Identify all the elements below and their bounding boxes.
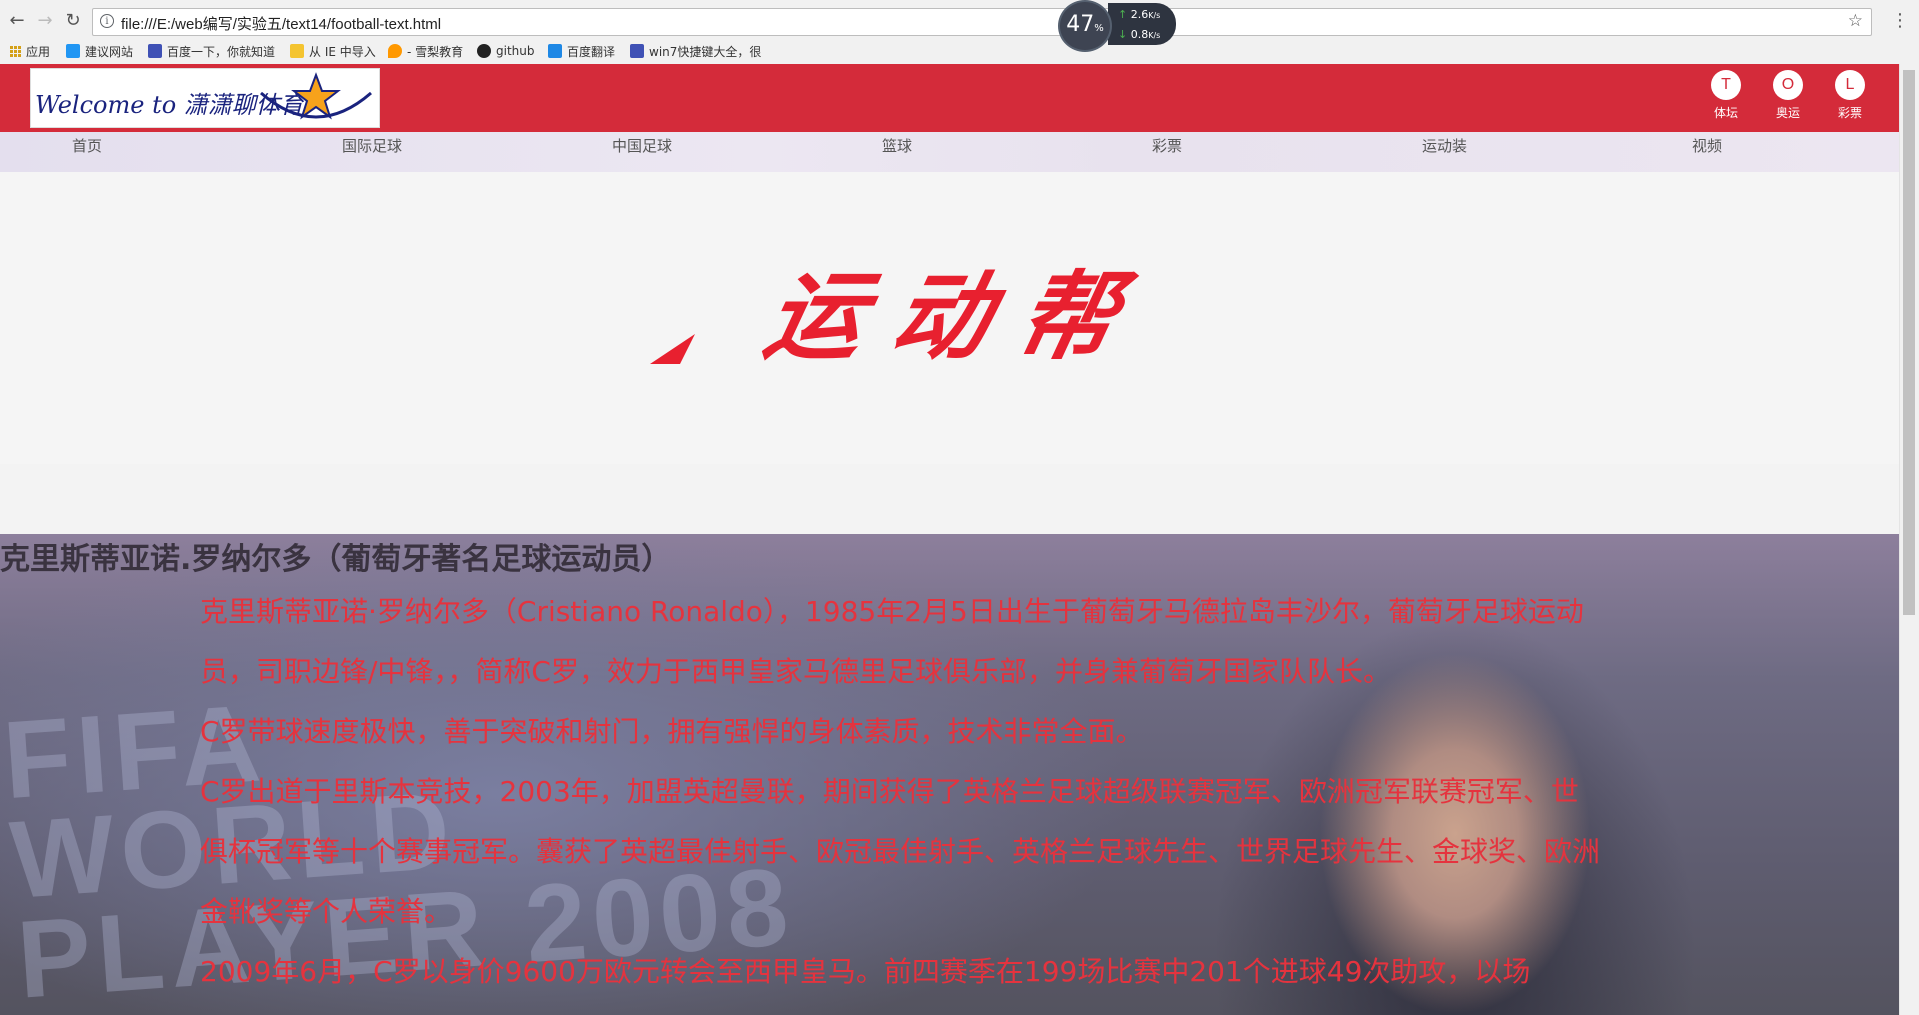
bookmark-label: 建议网站 <box>85 44 134 59</box>
top-link-lottery[interactable]: L 彩票 <box>1828 70 1872 121</box>
bookmark-suggested-sites[interactable]: 建议网站 <box>66 42 133 60</box>
reload-icon[interactable]: ↻ <box>62 10 84 32</box>
bookmark-baidu-translate[interactable]: 百度翻译 <box>548 42 615 60</box>
brand-banner: 运动帮 <box>0 172 1900 464</box>
nav-video[interactable]: 视频 <box>1692 135 1722 156</box>
main-navbar: 首页 国际足球 中国足球 篮球 彩票 运动装 视频 <box>0 132 1900 172</box>
translate-icon <box>548 44 562 58</box>
github-icon <box>477 44 491 58</box>
upload-speed: ↑ 2.6K/s <box>1118 8 1161 21</box>
download-speed: ↓ 0.8K/s <box>1118 28 1161 41</box>
brand-logo: 运动帮 <box>650 264 1158 373</box>
memory-usage-circle[interactable]: 47% <box>1058 0 1112 52</box>
nav-basketball[interactable]: 篮球 <box>882 135 912 156</box>
top-link-olympics[interactable]: O 奥运 <box>1766 70 1810 121</box>
apps-grid-icon <box>10 45 21 57</box>
top-link-sports[interactable]: T 体坛 <box>1704 70 1748 121</box>
article-paragraph: C罗出道于里斯本竞技，2003年，加盟英超曼联，期间获得了英格兰足球超级联赛冠军… <box>200 775 1601 928</box>
bookmark-github[interactable]: github <box>477 42 534 60</box>
network-speed-widget: ↑ 2.6K/s ↓ 0.8K/s 47% <box>1058 0 1178 52</box>
bookmark-label: 从 IE 中导入 <box>309 44 376 59</box>
baidu-icon <box>148 44 162 58</box>
bookmark-label: 应用 <box>26 44 51 59</box>
bookmark-label: github <box>496 44 535 58</box>
baidu-icon <box>630 44 644 58</box>
nav-china-football[interactable]: 中国足球 <box>612 135 672 156</box>
article-paragraph: 克里斯蒂亚诺·罗纳尔多（Cristiano Ronaldo），1985年2月5日… <box>200 595 1584 688</box>
article-body: 克里斯蒂亚诺·罗纳尔多（Cristiano Ronaldo），1985年2月5日… <box>200 582 1600 1002</box>
page-scrollbar[interactable] <box>1899 64 1919 1015</box>
bookmark-win7-shortcuts[interactable]: win7快捷键大全，很 <box>630 42 761 60</box>
bookmark-label: - 雪梨教育 <box>407 44 464 59</box>
bookmark-ie-import[interactable]: 从 IE 中导入 <box>290 42 376 60</box>
nav-sportswear[interactable]: 运动装 <box>1422 135 1467 156</box>
site-logo[interactable]: Welcome to 潇潇聊体育 <box>30 68 380 128</box>
bookmark-label: 百度一下，你就知道 <box>167 44 276 59</box>
star-emblem-icon <box>260 72 372 120</box>
url-text[interactable]: file:///E:/web编写/实验五/text14/football-tex… <box>121 13 441 34</box>
bookmark-apps[interactable]: 应用 <box>10 42 50 60</box>
browser-toolbar: ← → ↻ i file:///E:/web编写/实验五/text14/foot… <box>0 0 1919 40</box>
bing-icon <box>66 44 80 58</box>
nav-lottery[interactable]: 彩票 <box>1152 135 1182 156</box>
back-icon[interactable]: ← <box>6 10 28 32</box>
article-paragraph: 2009年6月，C罗以身价9600万欧元转会至西甲皇马。前四赛季在199场比赛中… <box>200 955 1531 988</box>
info-icon[interactable]: i <box>100 14 114 28</box>
arrow-down-icon: ↓ <box>1118 28 1128 41</box>
browser-menu-icon[interactable]: ⋮ <box>1891 10 1909 31</box>
top-links: T 体坛 O 奥运 L 彩票 <box>1704 70 1884 130</box>
address-bar[interactable]: i file:///E:/web编写/实验五/text14/football-t… <box>92 8 1872 36</box>
folder-icon <box>290 44 304 58</box>
bookmark-label: 百度翻译 <box>567 44 616 59</box>
site-header: Welcome to 潇潇聊体育 T 体坛 O 奥运 L 彩票 <box>0 64 1900 132</box>
bookmark-label: win7快捷键大全，很 <box>649 44 762 59</box>
article-paragraph: C罗带球速度极快，善于突破和射门，拥有强悍的身体素质，技术非常全面。 <box>200 715 1144 748</box>
forward-icon[interactable]: → <box>34 10 56 32</box>
browser-chrome: ← → ↻ i file:///E:/web编写/实验五/text14/foot… <box>0 0 1919 65</box>
page-content: Welcome to 潇潇聊体育 T 体坛 O 奥运 L 彩票 首页 国际足球 … <box>0 64 1900 1015</box>
arrow-up-icon: ↑ <box>1118 8 1128 21</box>
flame-icon <box>388 44 402 58</box>
article-section: FIFA WORLD PLAYER 2008 克里斯蒂亚诺.罗纳尔多（葡萄牙著名… <box>0 534 1900 1015</box>
brand-text: 运动帮 <box>756 264 1158 373</box>
bookmarks-bar: 应用 建议网站 百度一下，你就知道 从 IE 中导入 - 雪梨教育 github… <box>0 40 1919 62</box>
article-title: 克里斯蒂亚诺.罗纳尔多（葡萄牙著名足球运动员） <box>0 542 672 577</box>
bookmark-star-icon[interactable]: ☆ <box>1848 11 1863 31</box>
scrollbar-thumb[interactable] <box>1903 70 1915 615</box>
nav-home[interactable]: 首页 <box>72 135 102 156</box>
nav-international-football[interactable]: 国际足球 <box>342 135 402 156</box>
bookmark-baidu[interactable]: 百度一下，你就知道 <box>148 42 275 60</box>
bookmark-xueli[interactable]: - 雪梨教育 <box>388 42 463 60</box>
speed-readout: ↑ 2.6K/s ↓ 0.8K/s <box>1108 3 1176 45</box>
